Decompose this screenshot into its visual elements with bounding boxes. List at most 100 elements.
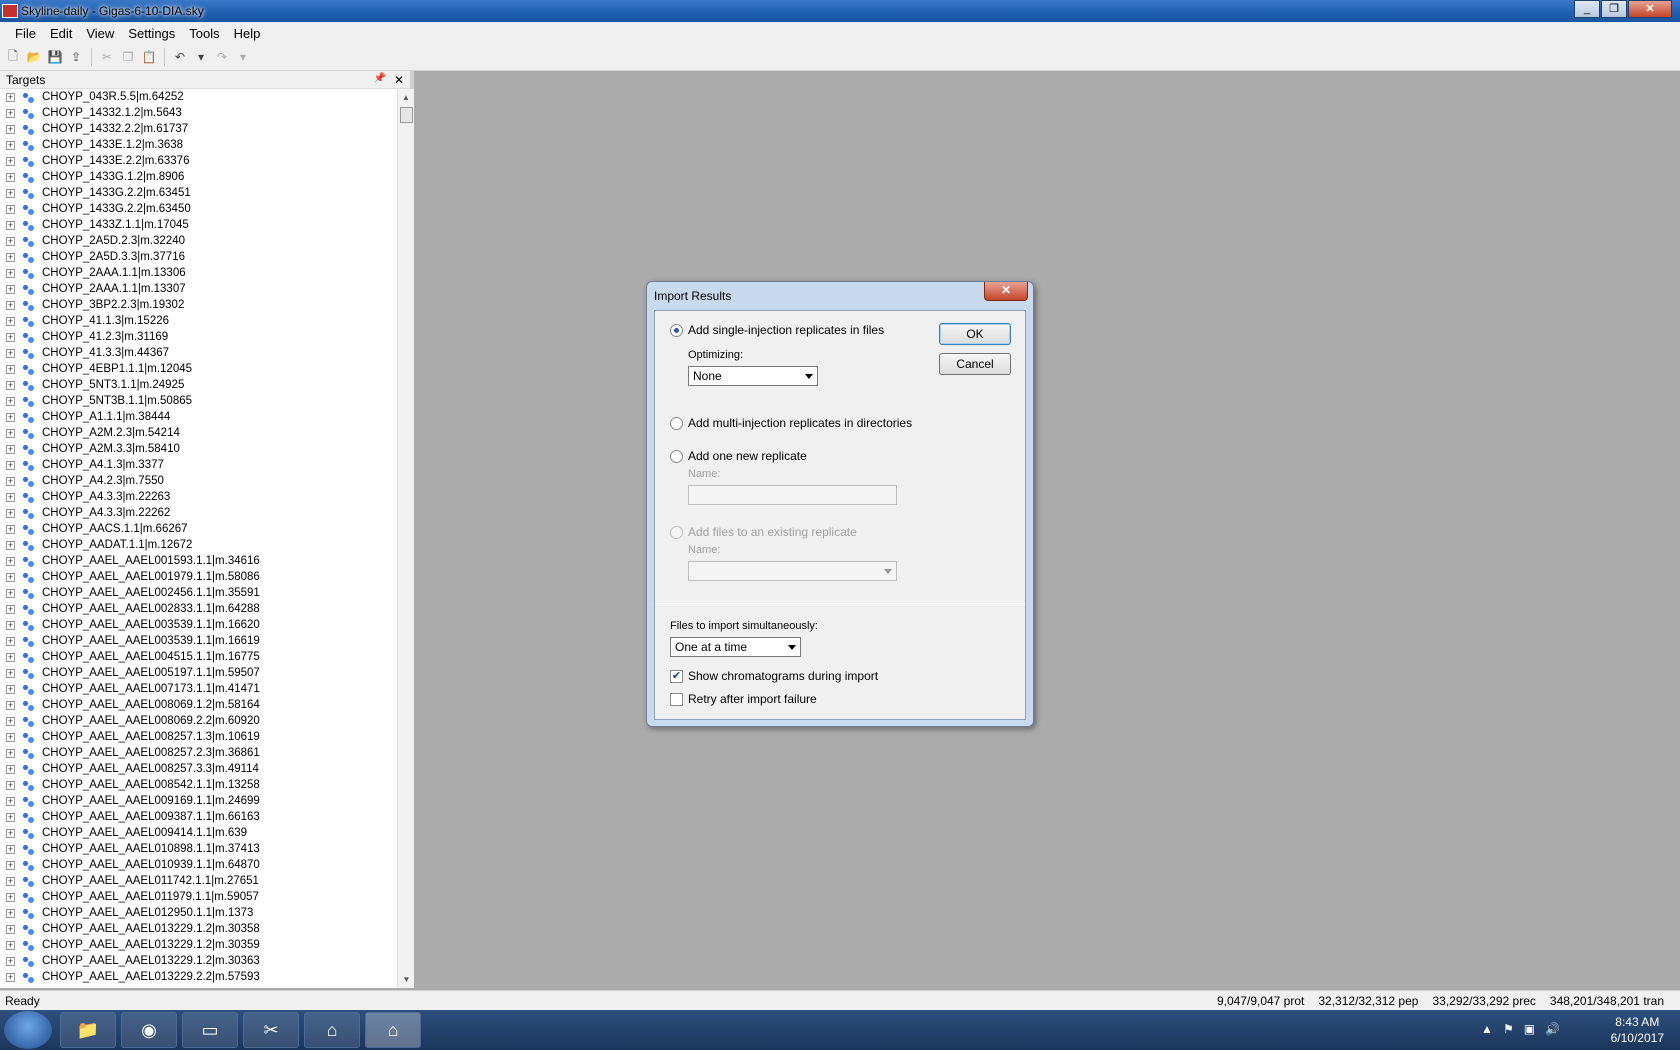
expand-icon[interactable]: + (6, 380, 15, 390)
expand-icon[interactable]: + (6, 524, 15, 534)
expand-icon[interactable]: + (6, 684, 15, 694)
files-simultaneous-select[interactable]: One at a time (670, 637, 801, 657)
expand-icon[interactable]: + (6, 940, 15, 950)
tree-row[interactable]: + CHOYP_AACS.1.1|m.66267 (0, 521, 397, 537)
expand-icon[interactable]: + (6, 252, 15, 262)
tree-row[interactable]: + CHOYP_AAEL_AAEL003539.1.1|m.16620 (0, 617, 397, 633)
tree-row[interactable]: + CHOYP_2AAA.1.1|m.13306 (0, 265, 397, 281)
tree-row[interactable]: + CHOYP_AAEL_AAEL013229.1.2|m.30358 (0, 921, 397, 937)
new-document-icon[interactable]: 🗋 (4, 48, 22, 66)
expand-icon[interactable]: + (6, 908, 15, 918)
tree-row[interactable]: + CHOYP_5NT3.1.1|m.24925 (0, 377, 397, 393)
tree-row[interactable]: + CHOYP_A1.1.1|m.38444 (0, 409, 397, 425)
tree-row[interactable]: + CHOYP_AAEL_AAEL010939.1.1|m.64870 (0, 857, 397, 873)
expand-icon[interactable]: + (6, 748, 15, 758)
expand-icon[interactable]: + (6, 156, 15, 166)
tree-row[interactable]: + CHOYP_AAEL_AAEL012950.1.1|m.1373 (0, 905, 397, 921)
tree-row[interactable]: + CHOYP_1433Z.1.1|m.17045 (0, 217, 397, 233)
skyline-daily-icon[interactable]: ⌂ (365, 1012, 421, 1048)
expand-icon[interactable]: + (6, 828, 15, 838)
tree-row[interactable]: + CHOYP_1433E.2.2|m.63376 (0, 153, 397, 169)
expand-icon[interactable]: + (6, 220, 15, 230)
scroll-up-arrow-icon[interactable]: ▲ (398, 89, 414, 106)
expand-icon[interactable]: + (6, 972, 15, 982)
expand-icon[interactable]: + (6, 860, 15, 870)
menu-edit[interactable]: Edit (43, 26, 79, 41)
tree-row[interactable]: + CHOYP_A2M.3.3|m.58410 (0, 441, 397, 457)
expand-icon[interactable]: + (6, 588, 15, 598)
paste-icon[interactable]: 📋 (140, 48, 158, 66)
expand-icon[interactable]: + (6, 92, 15, 102)
expand-icon[interactable]: + (6, 812, 15, 822)
tree-row[interactable]: + CHOYP_AAEL_AAEL001979.1.1|m.58086 (0, 569, 397, 585)
tree-row[interactable]: + CHOYP_AAEL_AAEL002833.1.1|m.64288 (0, 601, 397, 617)
expand-icon[interactable]: + (6, 236, 15, 246)
skyline-tool-icon[interactable]: ✂ (243, 1012, 299, 1048)
redo-icon[interactable]: ↷ (213, 48, 231, 66)
expand-icon[interactable]: + (6, 716, 15, 726)
tree-row[interactable]: + CHOYP_AAEL_AAEL008257.3.3|m.49114 (0, 761, 397, 777)
tree-row[interactable]: + CHOYP_AADAT.1.1|m.12672 (0, 537, 397, 553)
multi-injection-label[interactable]: Add multi-injection replicates in direct… (688, 416, 912, 430)
tree-row[interactable]: + CHOYP_AAEL_AAEL009169.1.1|m.24699 (0, 793, 397, 809)
expand-icon[interactable]: + (6, 284, 15, 294)
targets-scrollbar[interactable]: ▲ ▼ (397, 89, 414, 988)
expand-icon[interactable]: + (6, 732, 15, 742)
expand-icon[interactable]: + (6, 460, 15, 470)
scroll-thumb[interactable] (400, 107, 413, 123)
existing-replicate-select[interactable] (688, 561, 897, 581)
restore-button[interactable]: ❐ (1601, 0, 1627, 18)
chrome-icon[interactable]: ◉ (121, 1012, 177, 1048)
expand-icon[interactable]: + (6, 636, 15, 646)
dialog-close-button[interactable]: ✕ (984, 282, 1028, 301)
tree-row[interactable]: + CHOYP_AAEL_AAEL005197.1.1|m.59507 (0, 665, 397, 681)
tree-row[interactable]: + CHOYP_AAEL_AAEL007173.1.1|m.41471 (0, 681, 397, 697)
tree-row[interactable]: + CHOYP_A2M.2.3|m.54214 (0, 425, 397, 441)
tree-row[interactable]: + CHOYP_AAEL_AAEL008069.1.2|m.58164 (0, 697, 397, 713)
existing-replicate-radio[interactable] (670, 526, 683, 539)
cancel-button[interactable]: Cancel (939, 353, 1011, 375)
expand-icon[interactable]: + (6, 796, 15, 806)
expand-icon[interactable]: + (6, 412, 15, 422)
tree-row[interactable]: + CHOYP_1433E.1.2|m.3638 (0, 137, 397, 153)
expand-icon[interactable]: + (6, 956, 15, 966)
tree-row[interactable]: + CHOYP_A4.3.3|m.22263 (0, 489, 397, 505)
tree-row[interactable]: + CHOYP_AAEL_AAEL013229.1.2|m.30363 (0, 953, 397, 969)
expand-icon[interactable]: + (6, 396, 15, 406)
command-prompt-icon[interactable]: ▭ (182, 1012, 238, 1048)
tree-row[interactable]: + CHOYP_A4.1.3|m.3377 (0, 457, 397, 473)
tree-row[interactable]: + CHOYP_1433G.2.2|m.63451 (0, 185, 397, 201)
menu-view[interactable]: View (79, 26, 121, 41)
undo-icon[interactable]: ↶ (171, 48, 189, 66)
expand-icon[interactable]: + (6, 476, 15, 486)
undo-dropdown-icon[interactable]: ▾ (192, 48, 210, 66)
expand-icon[interactable]: + (6, 332, 15, 342)
tree-row[interactable]: + CHOYP_A4.2.3|m.7550 (0, 473, 397, 489)
menu-tools[interactable]: Tools (182, 26, 226, 41)
open-folder-icon[interactable]: 📂 (25, 48, 43, 66)
new-replicate-name-input[interactable] (688, 485, 897, 505)
tree-row[interactable]: + CHOYP_14332.2.2|m.61737 (0, 121, 397, 137)
tree-row[interactable]: + CHOYP_AAEL_AAEL013229.1.2|m.30359 (0, 937, 397, 953)
cut-icon[interactable]: ✂ (98, 48, 116, 66)
tree-row[interactable]: + CHOYP_1433G.1.2|m.8906 (0, 169, 397, 185)
multi-injection-radio[interactable] (670, 417, 683, 430)
clock[interactable]: 8:43 AM 6/10/2017 (1611, 1014, 1664, 1046)
close-panel-icon[interactable]: ✕ (394, 73, 404, 87)
redo-dropdown-icon[interactable]: ▾ (234, 48, 252, 66)
expand-icon[interactable]: + (6, 188, 15, 198)
tray-expand-icon[interactable]: ▲ (1481, 1022, 1493, 1036)
menu-settings[interactable]: Settings (121, 26, 182, 41)
retry-failure-label[interactable]: Retry after import failure (688, 692, 817, 706)
tree-row[interactable]: + CHOYP_A4.3.3|m.22262 (0, 505, 397, 521)
new-replicate-label[interactable]: Add one new replicate (688, 449, 807, 463)
tree-row[interactable]: + CHOYP_AAEL_AAEL003539.1.1|m.16619 (0, 633, 397, 649)
tree-row[interactable]: + CHOYP_41.1.3|m.15226 (0, 313, 397, 329)
start-button[interactable] (4, 1011, 52, 1049)
expand-icon[interactable]: + (6, 652, 15, 662)
tree-row[interactable]: + CHOYP_2A5D.2.3|m.32240 (0, 233, 397, 249)
volume-icon[interactable]: 🔊 (1545, 1022, 1560, 1036)
pin-icon[interactable]: 📌 (373, 73, 385, 87)
skyline-icon[interactable]: ⌂ (304, 1012, 360, 1048)
expand-icon[interactable]: + (6, 876, 15, 886)
